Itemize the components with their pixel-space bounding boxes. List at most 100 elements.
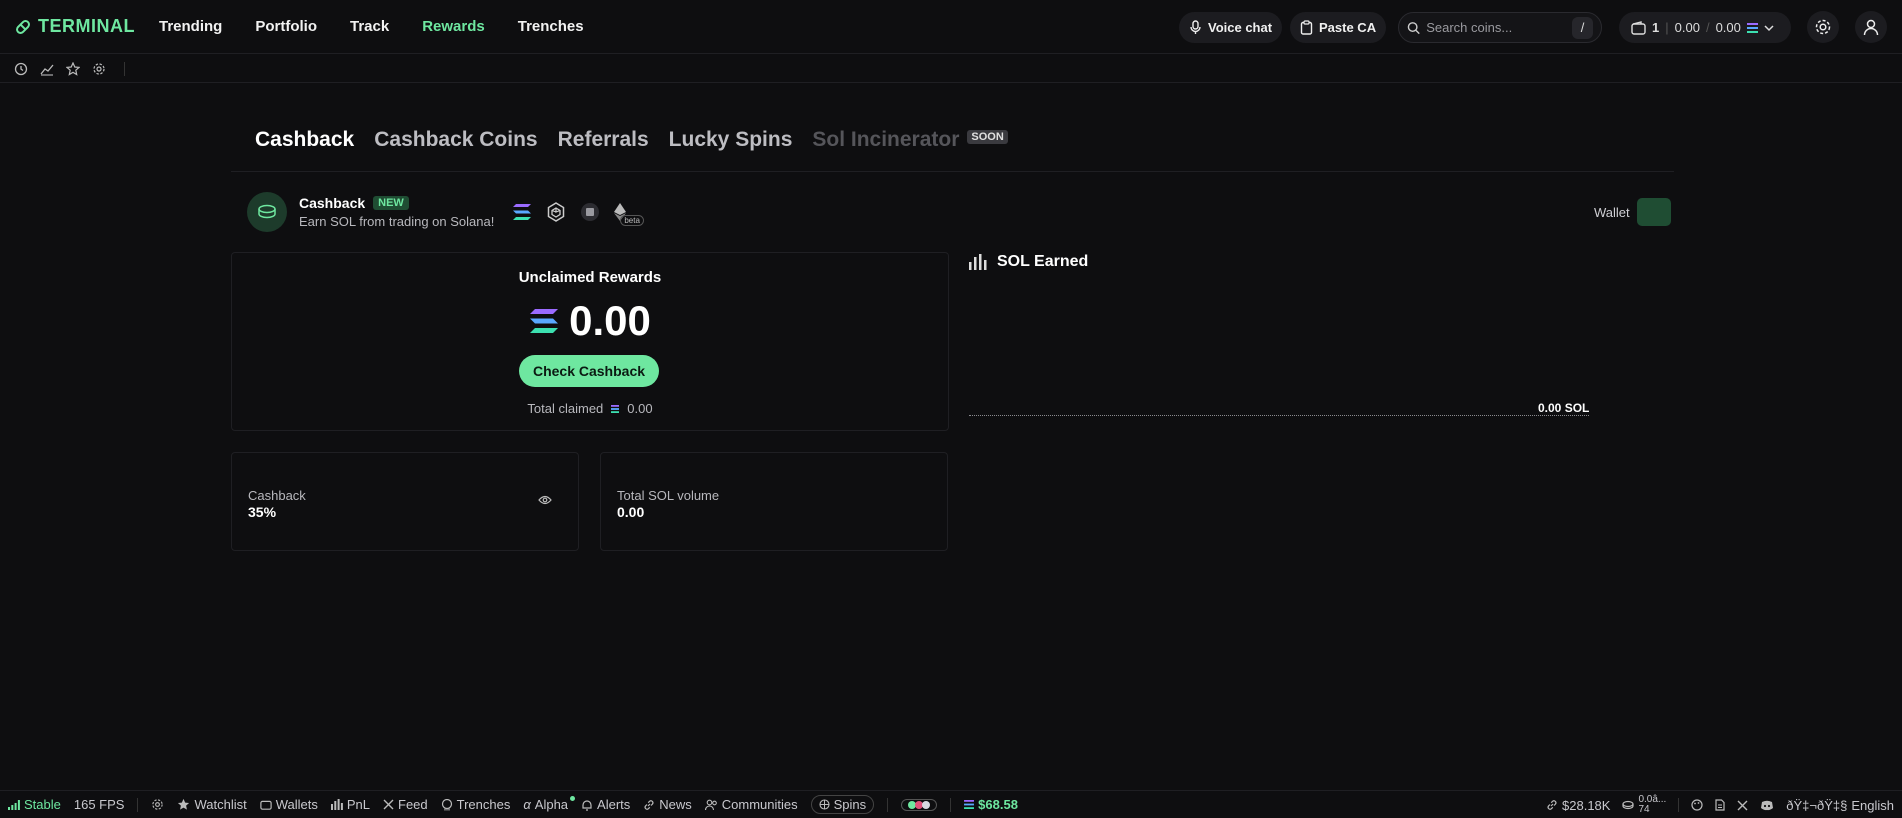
footer-right: $28.18K 0.0â... 74 ðŸ‡¬ðŸ‡§ English <box>1546 791 1894 818</box>
wallets-label: Wallets <box>275 797 318 812</box>
solana-chain-icon[interactable] <box>512 203 532 221</box>
footer-news[interactable]: News <box>643 797 692 812</box>
sol-volume-value: 0.00 <box>617 504 645 520</box>
profile-button[interactable] <box>1855 11 1887 43</box>
footer-watchlist[interactable]: Watchlist <box>177 797 247 812</box>
coin-stack-icon <box>247 192 287 232</box>
tab-cashback[interactable]: Cashback <box>255 118 354 152</box>
footer-communities[interactable]: Communities <box>704 797 798 812</box>
document-icon[interactable] <box>1715 799 1725 811</box>
chevron-down-icon <box>1764 24 1774 31</box>
footer-alerts[interactable]: Alerts <box>581 797 630 812</box>
wallet-selector[interactable]: 1 | 0.00 / 0.00 <box>1619 12 1791 43</box>
alpha-notification-dot <box>570 796 576 801</box>
wallet-selector-swatch[interactable] <box>1637 198 1671 226</box>
footer-feed[interactable]: Feed <box>383 797 428 812</box>
total-claimed-label: Total claimed <box>527 401 604 416</box>
link-icon <box>644 799 654 810</box>
wheel-icon <box>819 799 830 810</box>
users-icon <box>704 799 717 810</box>
voice-chat-label: Voice chat <box>1208 20 1273 35</box>
sol-earned-title: SOL Earned <box>997 253 1089 270</box>
gear-icon <box>1815 19 1831 35</box>
unclaimed-amount-row: 0.00 <box>232 297 948 345</box>
tab-referrals[interactable]: Referrals <box>558 118 649 152</box>
footer-stat-a: $28.18K <box>1546 798 1610 813</box>
coin-icon <box>1622 800 1635 810</box>
bnb-chain-icon[interactable] <box>546 202 566 222</box>
pill-icon <box>16 19 30 34</box>
microphone-icon <box>1190 20 1201 34</box>
chain-selector: beta <box>512 202 650 226</box>
nav-trenches[interactable]: Trenches <box>518 18 584 35</box>
ethereum-chain[interactable]: beta <box>614 203 650 226</box>
unclaimed-rewards-card: Unclaimed Rewards 0.00 Check Cashback To… <box>231 252 949 431</box>
total-claimed-row: Total claimed 0.00 <box>232 401 948 416</box>
spins-label: Spins <box>833 797 867 812</box>
nav-rewards[interactable]: Rewards <box>422 18 485 35</box>
language-flag: ðŸ‡¬ðŸ‡§ <box>1786 797 1848 813</box>
search-box: / <box>1398 12 1602 43</box>
sol-price: $68.58 <box>964 797 1018 812</box>
search-icon <box>1407 21 1420 34</box>
paste-ca-button[interactable]: Paste CA <box>1290 12 1387 43</box>
unclaimed-title: Unclaimed Rewards <box>518 269 662 286</box>
wallet-icon <box>1631 20 1646 35</box>
status-footer: Stable 165 FPS Watchlist Wallets PnL Fee… <box>0 790 1902 818</box>
bell-icon <box>582 799 592 811</box>
pnl-label: PnL <box>346 797 370 812</box>
star-icon[interactable] <box>66 61 80 76</box>
wallet-label: Wallet <box>1594 205 1630 220</box>
sol-volume-label: Total SOL volume <box>617 488 720 503</box>
tab-cashback-coins[interactable]: Cashback Coins <box>374 118 537 152</box>
footer-trenches[interactable]: Trenches <box>441 797 510 812</box>
x-logo-icon[interactable] <box>1737 800 1748 811</box>
solana-icon <box>530 309 559 333</box>
chart-icon[interactable] <box>40 62 54 76</box>
footer-pnl[interactable]: PnL <box>330 797 370 812</box>
language-label: English <box>1851 797 1894 813</box>
footer-app-toggle[interactable] <box>901 798 938 811</box>
voice-chat-button[interactable]: Voice chat <box>1179 12 1283 43</box>
nav-track[interactable]: Track <box>350 18 389 35</box>
clipboard-icon <box>1300 20 1313 35</box>
base-chain-icon[interactable] <box>580 202 600 222</box>
eye-icon[interactable] <box>538 495 552 505</box>
footer-wallets[interactable]: Wallets <box>260 797 318 812</box>
bar-chart-icon <box>330 799 343 810</box>
alerts-label: Alerts <box>597 797 631 812</box>
signal-icon <box>8 799 20 810</box>
tab-lucky-spins[interactable]: Lucky Spins <box>669 118 793 152</box>
footer-alpha[interactable]: α Alpha <box>523 796 576 812</box>
user-icon <box>1863 19 1879 36</box>
top-navbar: TERMINAL Trending Portfolio Track Reward… <box>0 0 1902 54</box>
footer-settings[interactable] <box>151 798 164 811</box>
sol-earned-value: 0.00 SOL <box>1538 401 1590 415</box>
fps-counter: 165 FPS <box>73 797 125 812</box>
gear-icon[interactable] <box>92 62 106 76</box>
sol-earned-baseline <box>969 415 1589 416</box>
link-icon <box>1547 800 1557 810</box>
cashback-rate-label: Cashback <box>248 488 306 503</box>
connection-status: Stable <box>8 797 61 812</box>
total-claimed-value: 0.00 <box>627 401 653 416</box>
soon-badge: SOON <box>967 130 1008 145</box>
cashback-rate-value: 35% <box>248 504 277 520</box>
footer-spins[interactable]: Spins <box>810 795 875 814</box>
connection-status-label: Stable <box>24 797 61 812</box>
terminal-logo[interactable]: TERMINAL <box>14 16 135 37</box>
discord-icon[interactable] <box>1760 800 1774 811</box>
nav-trending[interactable]: Trending <box>159 18 222 35</box>
nav-portfolio[interactable]: Portfolio <box>255 18 317 35</box>
settings-button[interactable] <box>1807 11 1839 43</box>
search-input[interactable] <box>1426 20 1567 35</box>
tab-sol-incinerator-label: Sol Incinerator <box>812 128 960 151</box>
wallet-icon <box>260 800 272 810</box>
language-selector[interactable]: ðŸ‡¬ðŸ‡§ English <box>1786 798 1894 813</box>
palette-icon[interactable] <box>1691 799 1703 811</box>
footer-stat-a-value: $28.18K <box>1562 797 1611 813</box>
skull-icon <box>441 798 452 810</box>
toolbar-divider <box>124 61 125 76</box>
check-cashback-button[interactable]: Check Cashback <box>519 355 659 387</box>
history-icon[interactable] <box>14 62 28 76</box>
